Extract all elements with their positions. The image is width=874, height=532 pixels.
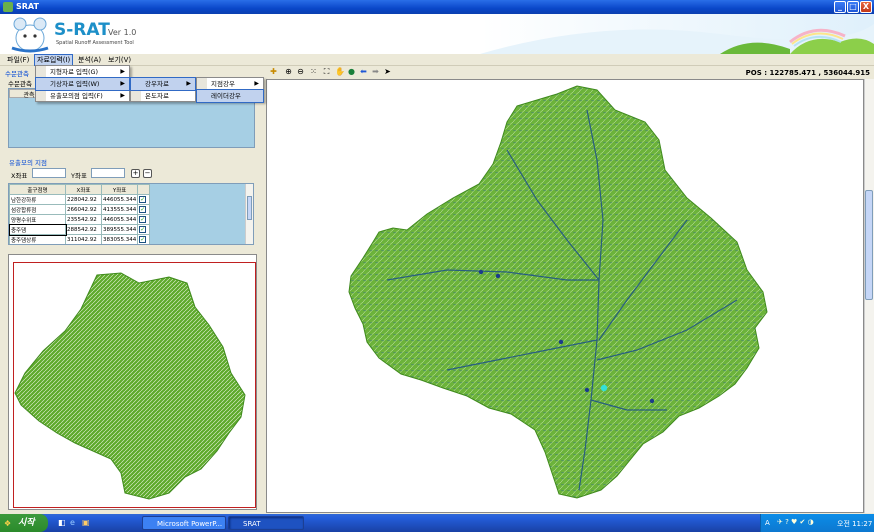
- col-header-check: [137, 184, 151, 195]
- menu-temperature-data[interactable]: 온도자료: [131, 90, 195, 102]
- cell-y[interactable]: 413555.344: [100, 204, 139, 215]
- cell-y[interactable]: 389555.344: [100, 224, 139, 235]
- close-button[interactable]: X: [860, 1, 872, 13]
- cell-y[interactable]: 446055.344: [100, 214, 139, 225]
- map-scroll-thumb[interactable]: [865, 190, 873, 300]
- cell-name[interactable]: 충주댐: [9, 223, 67, 236]
- title-bar: SRAT _ □ X: [0, 0, 874, 14]
- submenu-arrow-icon: ▶: [120, 92, 125, 99]
- globe-icon[interactable]: ●: [347, 67, 356, 76]
- outlet-table: 출구점명 X좌표 Y좌표 남한강하류 228042.92 446055.344 …: [9, 184, 151, 244]
- cell-y[interactable]: 383055.344: [100, 234, 139, 244]
- row-checkbox[interactable]: ✓: [139, 206, 147, 213]
- overview-extent-frame: [13, 262, 256, 508]
- obs-group-label: 수문관측: [5, 70, 29, 78]
- col-header-name: 출구점명: [9, 184, 66, 195]
- app-icon: [3, 2, 13, 12]
- logo-subtitle: Spatial Runoff Assessment Tool: [56, 40, 134, 46]
- menu-view[interactable]: 보기(V): [106, 55, 133, 65]
- row-checkbox[interactable]: ✓: [139, 216, 147, 223]
- system-tray: A ✈ ? ♥ ✔ ◑ 오전 11:27: [760, 514, 874, 532]
- forward-arrow-icon[interactable]: ➡: [371, 67, 380, 76]
- logo-title: S-RAT: [54, 20, 110, 40]
- add-layer-icon[interactable]: ✚: [269, 67, 278, 76]
- zoom-out-icon[interactable]: ⊖: [296, 67, 305, 76]
- task-powerpoint[interactable]: Microsoft PowerP...: [142, 516, 226, 530]
- menu-weather-input[interactable]: 기상자료 입력(W) ▶: [35, 77, 130, 91]
- menu-radar-rain[interactable]: 레이더강우: [196, 89, 264, 103]
- menu-outlet-input[interactable]: 유출모의점 입력(F) ▶: [36, 90, 129, 102]
- zoom-in-icon[interactable]: ⊕: [284, 67, 293, 76]
- language-indicator[interactable]: A: [765, 519, 770, 527]
- minimize-button[interactable]: _: [834, 1, 846, 13]
- fit-icon[interactable]: ⛶: [322, 67, 331, 76]
- outlet-grid[interactable]: 출구점명 X좌표 Y좌표 남한강하류 228042.92 446055.344 …: [8, 183, 254, 245]
- y-coord-label: Y좌표: [71, 172, 87, 180]
- menu-analysis[interactable]: 분석(A): [76, 55, 103, 65]
- quicklaunch-ie-icon[interactable]: e: [70, 518, 75, 527]
- back-arrow-icon[interactable]: ⬅: [359, 67, 368, 76]
- add-outlet-button[interactable]: +: [131, 169, 140, 178]
- main-map[interactable]: [266, 79, 864, 513]
- quicklaunch-explorer-icon[interactable]: ▣: [82, 518, 90, 527]
- col-header-y: Y좌표: [100, 184, 139, 195]
- cell-y[interactable]: 446055.344: [100, 194, 139, 205]
- table-row[interactable]: 섬강합류점 266042.92 413555.344 ✓: [9, 204, 151, 215]
- full-extent-icon[interactable]: ⁙: [309, 67, 318, 76]
- windows-logo-icon: ❖: [4, 519, 12, 528]
- submenu-arrow-icon: ▶: [120, 80, 125, 87]
- cell-x[interactable]: 235542.92: [65, 214, 102, 225]
- clock: 오전 11:27: [837, 520, 873, 528]
- x-coord-input[interactable]: [32, 168, 66, 178]
- basin-map: [348, 85, 768, 499]
- remove-outlet-button[interactable]: −: [143, 169, 152, 178]
- scroll-thumb[interactable]: [247, 196, 252, 220]
- position-readout: POS : 122785.471 , 536044.915: [745, 69, 870, 77]
- table-row[interactable]: 남한강하류 228042.92 446055.344 ✓: [9, 194, 151, 205]
- cell-name[interactable]: 충주댐상류: [9, 234, 66, 244]
- outlet-header-row: 출구점명 X좌표 Y좌표: [9, 184, 151, 195]
- cell-name[interactable]: 남한강하류: [9, 194, 66, 205]
- quicklaunch-desktop-icon[interactable]: ◧: [58, 518, 66, 527]
- weather-submenu: 강우자료 ▶ 온도자료: [130, 77, 196, 102]
- cell-x[interactable]: 288542.92: [65, 224, 102, 235]
- table-row[interactable]: 충주댐 288542.92 389555.344 ✓: [9, 223, 151, 236]
- pan-icon[interactable]: ✋: [335, 67, 345, 76]
- pointer-icon[interactable]: ➤: [383, 67, 392, 76]
- row-checkbox[interactable]: ✓: [139, 226, 147, 233]
- submenu-arrow-icon: ▶: [186, 80, 191, 87]
- submenu-arrow-icon: ▶: [120, 68, 125, 75]
- menu-terrain-input[interactable]: 지형자료 입력(G) ▶: [36, 66, 129, 78]
- table-row[interactable]: 충주댐상류 311042.92 383055.344 ✓: [9, 234, 151, 244]
- submenu-arrow-icon: ▶: [254, 80, 259, 87]
- cell-x[interactable]: 311042.92: [65, 234, 102, 244]
- x-coord-label: X좌표: [11, 172, 28, 180]
- menu-file[interactable]: 파일(F): [5, 55, 31, 65]
- logo-version: Ver 1.0: [108, 28, 137, 37]
- menu-rain-data[interactable]: 강우자료 ▶: [130, 77, 196, 91]
- input-menu: 지형자료 입력(G) ▶ 기상자료 입력(W) ▶ 유출모의점 입력(F) ▶: [35, 65, 130, 102]
- cell-x[interactable]: 228042.92: [65, 194, 102, 205]
- taskbar: [0, 514, 874, 532]
- row-checkbox[interactable]: ✓: [139, 196, 147, 203]
- tray-icons[interactable]: ✈ ? ♥ ✔ ◑: [777, 518, 814, 526]
- rain-submenu: 지점강우 ▶ 레이더강우: [196, 77, 264, 103]
- cell-x[interactable]: 266042.92: [65, 204, 102, 215]
- y-coord-input[interactable]: [91, 168, 125, 178]
- window-title: SRAT: [16, 2, 39, 11]
- obs-sub-label: 수문관측: [8, 80, 32, 88]
- cell-name[interactable]: 섬강합류점: [9, 204, 66, 215]
- cell-name[interactable]: 양평수위표: [9, 214, 66, 225]
- table-row[interactable]: 양평수위표 235542.92 446055.344 ✓: [9, 214, 151, 225]
- col-header-x: X좌표: [65, 184, 102, 195]
- menu-point-rain[interactable]: 지점강우 ▶: [197, 78, 263, 90]
- maximize-button[interactable]: □: [847, 1, 859, 13]
- row-checkbox[interactable]: ✓: [139, 236, 147, 243]
- outlet-grid-scrollbar[interactable]: [245, 184, 253, 244]
- task-srat[interactable]: SRAT: [228, 516, 304, 530]
- outlet-group-label: 유출모의 지점: [9, 159, 47, 167]
- menu-bar: 파일(F) 자료입력(I) 분석(A) 보기(V): [0, 54, 874, 66]
